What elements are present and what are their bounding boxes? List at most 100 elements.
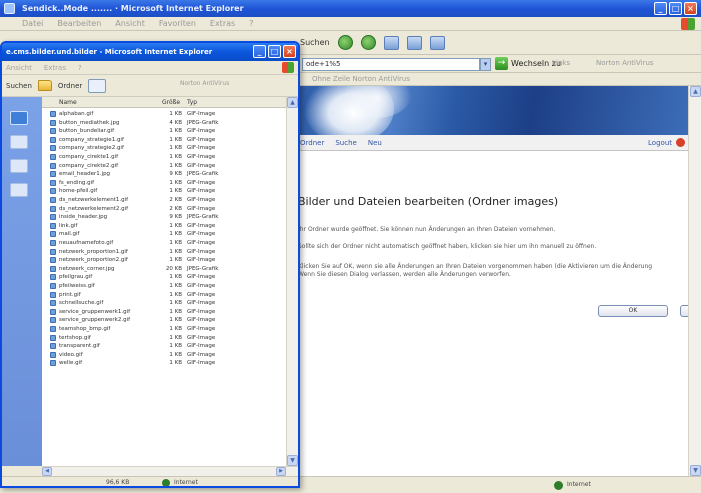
menu-item-favorites[interactable]: Favoriten <box>159 19 196 28</box>
folders-button[interactable]: Ordner <box>58 82 82 90</box>
foreground-title-bar[interactable]: e.cms.bilder.und.bilder - Microsoft Inte… <box>2 43 298 61</box>
file-row[interactable]: service_gruppenwerk2.gif 1 KB GIF-Image <box>42 316 286 324</box>
task-icon-1[interactable] <box>10 111 28 125</box>
minimize-icon[interactable]: _ <box>253 45 266 58</box>
file-row[interactable]: print.gif 1 KB GIF-Image <box>42 291 286 299</box>
file-row[interactable]: ds_netzwerkelement2.gif 2 KB GIF-Image <box>42 205 286 213</box>
scroll-up-icon[interactable]: ▲ <box>690 86 701 97</box>
norton-antivirus-button[interactable]: Norton AntiVirus <box>596 59 654 67</box>
links-button[interactable]: Links <box>552 59 570 67</box>
search-button[interactable]: Suchen <box>300 38 330 47</box>
scroll-up-icon[interactable]: ▲ <box>287 97 298 108</box>
file-name: button_bundeliar.gif <box>59 128 115 135</box>
file-name: fs_ending.gif <box>59 179 95 186</box>
file-row[interactable]: company_strategie1.gif 1 KB GIF-Image <box>42 136 286 144</box>
file-row[interactable]: alphaban.gif 1 KB GIF-Image <box>42 110 286 118</box>
file-row[interactable]: company_strategie2.gif 1 KB GIF-Image <box>42 144 286 152</box>
menu-item-edit[interactable]: Bearbeiten <box>57 19 101 28</box>
web-page: Ordner Suche Neu Logout Bilder und Datei… <box>296 86 694 476</box>
nav-item-suche[interactable]: Suche <box>335 139 356 147</box>
menu-item-view[interactable]: Ansicht <box>115 19 145 28</box>
history-icon[interactable] <box>383 35 399 50</box>
close-icon[interactable]: × <box>283 45 296 58</box>
file-row[interactable]: mail.gif 1 KB GIF-Image <box>42 230 286 238</box>
favorites-icon[interactable] <box>337 35 353 50</box>
background-title-bar[interactable]: Sendick..Mode ....... · Microsoft Intern… <box>0 0 701 17</box>
nav-item-neu[interactable]: Neu <box>368 139 382 147</box>
file-row[interactable]: netzwerk_proportion1.gif 1 KB GIF-Image <box>42 248 286 256</box>
search-button[interactable]: Suchen <box>6 82 32 90</box>
file-type: GIF-Image <box>187 360 216 367</box>
file-row[interactable]: link.gif 1 KB GIF-Image <box>42 222 286 230</box>
file-row[interactable]: button_mediathek.jpg 4 KB JPEG-Grafik <box>42 119 286 127</box>
ok-button[interactable]: OK <box>598 305 668 317</box>
file-icon <box>50 231 56 238</box>
menu-item-file[interactable]: Datei <box>22 19 43 28</box>
file-size: 1 KB <box>169 317 182 324</box>
paragraph-ok-instructions: Klicken Sie auf OK, wenn sie alle Änderu… <box>298 263 653 270</box>
file-icon <box>50 265 56 272</box>
file-row[interactable]: teamshop_bmp.gif 1 KB GIF-Image <box>42 325 286 333</box>
file-row[interactable]: transparent.gif 1 KB GIF-Image <box>42 342 286 350</box>
maximize-icon[interactable]: □ <box>669 2 682 15</box>
file-row[interactable]: pfeilgrau.gif 1 KB GIF-Image <box>42 273 286 281</box>
logout-icon[interactable] <box>676 138 685 147</box>
scroll-down-icon[interactable]: ▼ <box>690 465 701 476</box>
scroll-right-icon[interactable]: ▶ <box>276 467 286 476</box>
views-icon[interactable] <box>88 78 107 93</box>
file-row[interactable]: inside_header.jpg 9 KB JPEG-Grafik <box>42 213 286 221</box>
folder-icon[interactable] <box>37 80 52 91</box>
file-row[interactable]: video.gif 1 KB GIF-Image <box>42 351 286 359</box>
menu-item-help[interactable]: ? <box>78 64 82 72</box>
address-input[interactable]: ode+1%5 <box>302 58 480 71</box>
file-row[interactable]: company_cirekte2.gif 1 KB GIF-Image <box>42 162 286 170</box>
menu-item-extras[interactable]: Extras <box>44 64 66 72</box>
nav-item-ordner[interactable]: Ordner <box>300 139 324 147</box>
maximize-icon[interactable]: □ <box>268 45 281 58</box>
mail-icon[interactable] <box>406 35 422 50</box>
file-list-hscrollbar[interactable]: ◀ ▶ <box>42 466 298 476</box>
column-header-type[interactable]: Typ <box>187 99 197 106</box>
page-scrollbar[interactable]: ▲ ▼ <box>688 86 701 476</box>
close-icon[interactable]: × <box>684 2 697 15</box>
task-icon-2[interactable] <box>10 135 28 149</box>
task-icon-4[interactable] <box>10 183 28 197</box>
file-row[interactable]: service_gruppenwerk1.gif 1 KB GIF-Image <box>42 308 286 316</box>
file-row[interactable]: welle.gif 1 KB GIF-Image <box>42 359 286 367</box>
file-type: GIF-Image <box>187 188 216 195</box>
task-icon-3[interactable] <box>10 159 28 173</box>
file-row[interactable]: email_header1.jpg 9 KB JPEG-Grafik <box>42 170 286 178</box>
file-name: company_strategie1.gif <box>59 136 124 143</box>
file-row[interactable]: ds_netzwerkelement1.gif 2 KB GIF-Image <box>42 196 286 204</box>
file-list-scrollbar[interactable]: ▲ ▼ <box>286 97 298 466</box>
column-header-size[interactable]: Größe <box>162 99 180 106</box>
print-icon[interactable] <box>429 35 445 50</box>
menu-item-help[interactable]: ? <box>249 19 253 28</box>
foreground-toolbar: Suchen Ordner <box>2 75 298 97</box>
file-row[interactable]: home-pfeil.gif 1 KB GIF-Image <box>42 187 286 195</box>
chevron-down-icon[interactable]: ▾ <box>480 58 491 71</box>
file-row[interactable]: pfeilweiss.gif 1 KB GIF-Image <box>42 282 286 290</box>
file-name: company_strategie2.gif <box>59 145 124 152</box>
file-row[interactable]: netzwerk_proportion2.gif 1 KB GIF-Image <box>42 256 286 264</box>
file-size: 1 KB <box>169 136 182 143</box>
logout-link[interactable]: Logout <box>648 139 672 147</box>
file-type: GIF-Image <box>187 351 216 358</box>
file-icon <box>50 197 56 203</box>
scroll-down-icon[interactable]: ▼ <box>287 455 298 466</box>
media-icon[interactable] <box>360 35 376 50</box>
file-row[interactable]: tertshop.gif 1 KB GIF-Image <box>42 334 286 342</box>
file-row[interactable]: company_cirekte1.gif 1 KB GIF-Image <box>42 153 286 161</box>
file-row[interactable]: netzwerk_corner.jpg 20 KB JPEG-Grafik <box>42 265 286 273</box>
menu-item-tools[interactable]: Extras <box>210 19 235 28</box>
column-header-name[interactable]: Name <box>59 99 77 106</box>
scroll-left-icon[interactable]: ◀ <box>42 467 52 476</box>
file-type: GIF-Image <box>187 326 216 332</box>
norton-antivirus-button[interactable]: Norton AntiVirus <box>180 80 229 87</box>
file-row[interactable]: schnellsuche.gif 1 KB GIF-Image <box>42 299 286 307</box>
file-row[interactable]: button_bundeliar.gif 1 KB GIF-Image <box>42 127 286 135</box>
menu-item-view[interactable]: Ansicht <box>6 64 32 72</box>
minimize-icon[interactable]: _ <box>654 2 667 15</box>
file-row[interactable]: neuaufnamefoto.gif 1 KB GIF-Image <box>42 239 286 247</box>
file-row[interactable]: fs_ending.gif 1 KB GIF-Image <box>42 179 286 187</box>
